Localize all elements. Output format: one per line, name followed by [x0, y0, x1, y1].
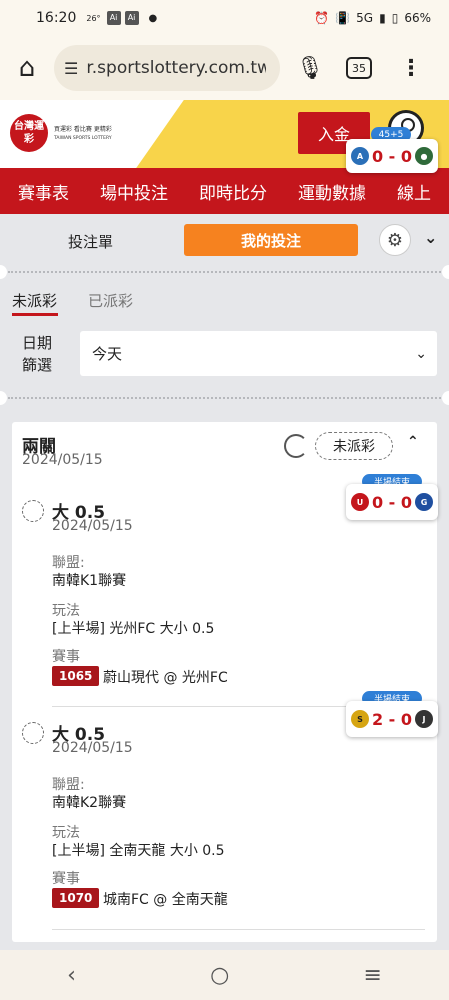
refresh-icon[interactable]	[284, 434, 308, 458]
main-nav: 賽事表 場中投注 即時比分 運動數據 線上	[0, 168, 449, 214]
event-label: 賽事	[52, 649, 80, 665]
nav-item-online[interactable]: 線上	[379, 179, 444, 204]
team-crest-icon: J	[414, 710, 433, 728]
event-name: 城南FC @ 全南天龍	[103, 892, 228, 908]
team-crest-icon: S	[351, 710, 369, 728]
system-nav-bar: ‹ ○ ≡	[0, 950, 449, 1000]
tab-settled[interactable]: 已派彩	[88, 290, 133, 311]
live-score: 2 - 0	[371, 709, 413, 729]
league-value: 南韓K1聯賽	[52, 573, 127, 589]
event-label: 賽事	[52, 871, 80, 887]
signal-icon: ▮	[379, 11, 386, 25]
alarm-icon: ⏰	[314, 11, 330, 25]
logo-tagline-sub: TAIWAN SPORTS LOTTERY	[54, 136, 112, 141]
address-bar[interactable]: ☰ r.sportslottery.com.tw	[54, 45, 280, 91]
nav-item-schedule[interactable]: 賽事表	[0, 179, 82, 204]
microphone-icon[interactable]: 🎙	[280, 56, 340, 81]
battery-level: 66%	[404, 11, 431, 25]
bet-date: 2024/05/15	[22, 452, 103, 468]
selection-radio[interactable]	[22, 500, 44, 522]
recents-icon[interactable]: ≡	[363, 963, 381, 988]
logo-tagline: 買運彩 看比賽 更精彩 TAIWAN SPORTS LOTTERY	[54, 124, 112, 141]
nav-item-live-betting[interactable]: 場中投注	[82, 179, 181, 204]
ticket-notch	[442, 391, 449, 405]
nav-item-stats[interactable]: 運動數據	[280, 179, 379, 204]
dotted-divider	[8, 397, 441, 399]
logo-tagline-main: 買運彩 看比賽 更精彩	[54, 126, 112, 133]
live-score: 0 - 0	[371, 146, 413, 166]
tab-switcher-button[interactable]: 35	[346, 57, 372, 79]
network-label: 5G	[356, 11, 374, 25]
tab-unsettled[interactable]: 未派彩	[12, 290, 57, 311]
selection-date: 2024/05/15	[52, 518, 133, 534]
chevron-up-icon[interactable]: ⌃	[407, 434, 419, 450]
vibrate-icon: 📳	[335, 11, 351, 25]
chevron-down-icon[interactable]: ⌄	[424, 228, 437, 247]
play-label: 玩法	[52, 603, 80, 619]
team-crest-icon: ●	[414, 147, 433, 165]
status-right: ⏰ 📳 5G ▮ ▯ 66%	[314, 11, 431, 25]
play-label: 玩法	[52, 825, 80, 841]
team-crest-icon: G	[414, 493, 433, 511]
play-value: [上半場] 光州FC 大小 0.5	[52, 621, 215, 637]
home-circle-icon[interactable]: ○	[210, 963, 229, 988]
back-icon[interactable]: ‹	[67, 963, 76, 988]
dotted-divider	[8, 271, 441, 273]
selection-date: 2024/05/15	[52, 740, 133, 756]
item-divider	[52, 929, 425, 930]
league-label: 聯盟:	[52, 555, 85, 571]
live-score-widget[interactable]: U 0 - 0 G	[346, 484, 438, 520]
url-text: r.sportslottery.com.tw	[86, 58, 267, 78]
status-bar: 16:20 26° Ai Ai ● ⏰ 📳 5G ▮ ▯ 66%	[0, 0, 449, 36]
ai-app-icon: Ai	[106, 11, 121, 25]
ai-app-icon-2: Ai	[124, 11, 139, 25]
browser-toolbar: ⌂ ☰ r.sportslottery.com.tw 🎙 35 ⋮	[0, 36, 449, 100]
team-crest-icon: A	[351, 147, 369, 165]
ticket-notch	[442, 265, 449, 279]
battery-icon: ▯	[391, 11, 399, 25]
event-id-badge: 1070	[52, 888, 100, 908]
live-score: 0 - 0	[371, 492, 413, 512]
chevron-down-icon: ⌄	[415, 345, 427, 362]
status-badge: 未派彩	[315, 432, 393, 460]
selection-radio[interactable]	[22, 722, 44, 744]
site-settings-icon[interactable]: ☰	[64, 59, 78, 78]
date-filter-label: 日期篩選	[22, 334, 53, 374]
tab-bet-slip[interactable]: 投注單	[68, 231, 113, 252]
notification-dot-icon: ●	[148, 12, 158, 24]
league-label: 聯盟:	[52, 777, 85, 793]
date-filter-value: 今天	[92, 345, 123, 363]
active-tab-indicator	[12, 313, 58, 316]
ticket-notch	[0, 391, 7, 405]
gear-icon[interactable]: ⚙	[379, 224, 411, 256]
more-menu-icon[interactable]: ⋮	[386, 56, 436, 81]
tab-my-bets[interactable]: 我的投注	[184, 224, 358, 256]
play-value: [上半場] 全南天龍 大小 0.5	[52, 843, 225, 859]
event-name: 蔚山現代 @ 光州FC	[103, 670, 228, 686]
home-icon[interactable]: ⌂	[0, 36, 54, 100]
team-crest-icon: U	[351, 493, 369, 511]
live-score-widget[interactable]: S 2 - 0 J	[346, 701, 438, 737]
date-filter-select[interactable]: 今天 ⌄	[80, 331, 437, 376]
event-id-badge: 1065	[52, 666, 100, 686]
site-logo[interactable]: 台灣運彩	[10, 114, 48, 152]
status-mini-text: 26°	[86, 13, 101, 23]
league-value: 南韓K2聯賽	[52, 795, 127, 811]
clock: 16:20	[36, 10, 77, 26]
nav-item-live-score[interactable]: 即時比分	[181, 179, 280, 204]
bet-tabs: 投注單 我的投注 ⚙ ⌄	[0, 214, 449, 268]
live-score-widget[interactable]: A 0 - 0 ●	[346, 139, 438, 173]
